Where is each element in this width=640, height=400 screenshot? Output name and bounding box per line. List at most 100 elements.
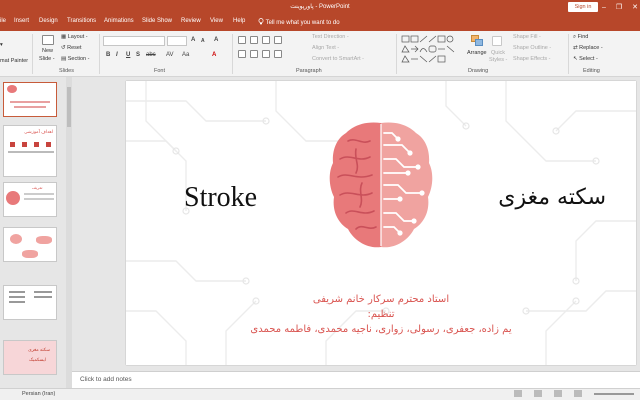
- language-indicator[interactable]: Persian (Iran): [22, 391, 55, 397]
- window-controls: – ❐ ✕: [602, 2, 638, 12]
- title-bar: پاورپوینت - PowerPoint Sign in – ❐ ✕: [0, 0, 640, 15]
- format-painter-button[interactable]: mat Painter: [0, 58, 28, 64]
- slide-canvas[interactable]: Stroke سکته مغزی استاد محترم سرکار خانم …: [126, 81, 636, 365]
- shrink-font-button[interactable]: A: [201, 38, 205, 44]
- normal-view-icon[interactable]: [534, 390, 542, 397]
- italic-button[interactable]: I: [116, 52, 118, 58]
- tab-file[interactable]: ile: [0, 18, 6, 24]
- new-slide-label-2: Slide -: [39, 56, 55, 62]
- align-right-icon: [262, 50, 270, 58]
- scrollbar-thumb[interactable]: [67, 87, 71, 127]
- slide-title-english[interactable]: Stroke: [184, 182, 257, 214]
- tab-help[interactable]: Help: [233, 18, 245, 24]
- thumb-title: سکته مغزی: [28, 347, 50, 352]
- reset-button[interactable]: ↺ Reset: [61, 45, 82, 51]
- tell-me-box[interactable]: Tell me what you want to do: [258, 18, 340, 26]
- font-color-button[interactable]: A: [212, 52, 216, 58]
- convert-smartart-button[interactable]: Convert to SmartArt -: [312, 56, 364, 62]
- decrease-indent-icon: [262, 36, 270, 44]
- notes-pane[interactable]: Click to add notes: [72, 371, 640, 388]
- brain-image[interactable]: [326, 119, 436, 255]
- notes-toggle-icon[interactable]: [514, 390, 522, 397]
- separator: [568, 34, 569, 74]
- select-button[interactable]: ↖ Select -: [573, 56, 598, 62]
- editing-group-label: Editing: [583, 68, 600, 74]
- slide-thumbnails-pane: اهداف آموزشی تعریف سکته مغزی ایسکمیک: [0, 77, 66, 388]
- prepared-by-label[interactable]: تنظیم:: [126, 309, 636, 320]
- slide-editor: Stroke سکته مغزی استاد محترم سرکار خانم …: [72, 77, 640, 371]
- text-direction-button[interactable]: Text Direction -: [312, 34, 349, 40]
- view-controls: [514, 390, 634, 399]
- close-button[interactable]: ✕: [632, 3, 638, 11]
- instructor-text[interactable]: استاد محترم سرکار خانم شریفی: [126, 294, 636, 305]
- status-bar: Persian (Iran): [0, 388, 640, 400]
- zoom-slider[interactable]: [594, 393, 634, 395]
- section-button[interactable]: ▤ Section -: [61, 56, 89, 62]
- quick-styles-label-2: Styles -: [489, 57, 508, 63]
- ribbon-tabs: ile Insert Design Transitions Animations…: [0, 15, 640, 31]
- authors-text[interactable]: یم زاده، جعفری، رسولی، زواری، ناجیه محمد…: [126, 324, 636, 335]
- justify-icon: [274, 50, 282, 58]
- layout-icon: ▦: [61, 34, 68, 40]
- tell-me-label: Tell me what you want to do: [265, 20, 340, 26]
- new-slide-label: New: [42, 48, 54, 54]
- character-spacing-button[interactable]: AV: [166, 52, 174, 58]
- reading-view-icon[interactable]: [574, 390, 582, 397]
- bullets-icon: [238, 36, 246, 44]
- slide-sorter-icon[interactable]: [554, 390, 562, 397]
- font-name-field[interactable]: [103, 36, 165, 46]
- select-label: Select -: [579, 56, 598, 62]
- slide-thumbnail-4[interactable]: [3, 227, 57, 262]
- replace-button[interactable]: ⇄ Replace -: [573, 45, 603, 51]
- slide-thumbnail-6[interactable]: سکته مغزی ایسکمیک: [3, 340, 57, 375]
- find-label: Find: [577, 34, 589, 40]
- slide-thumbnail-5[interactable]: [3, 285, 57, 320]
- lightbulb-icon: [258, 18, 264, 25]
- shape-fill-button[interactable]: Shape Fill -: [513, 34, 541, 40]
- layout-button[interactable]: ▦ Layout -: [61, 34, 88, 40]
- restore-button[interactable]: ❐: [616, 3, 622, 11]
- align-left-icon: [238, 50, 246, 58]
- bold-button[interactable]: B: [106, 52, 110, 58]
- paragraph-group-label: Paragraph: [296, 68, 322, 74]
- tab-view[interactable]: View: [210, 18, 223, 24]
- thumb-title: تعریف: [32, 185, 43, 190]
- window-title: پاورپوینت - PowerPoint: [290, 4, 350, 10]
- tab-animations[interactable]: Animations: [104, 18, 134, 24]
- tab-insert[interactable]: Insert: [14, 18, 29, 24]
- thumb-subtitle: ایسکمیک: [29, 357, 46, 362]
- shadow-button[interactable]: S: [136, 52, 140, 58]
- separator: [99, 34, 100, 74]
- change-case-button[interactable]: Aa: [182, 52, 189, 58]
- tab-transitions[interactable]: Transitions: [67, 18, 96, 24]
- shape-effects-button[interactable]: Shape Effects -: [513, 56, 551, 62]
- tab-design[interactable]: Design: [39, 18, 58, 24]
- ribbon-chevron[interactable]: ▾: [0, 42, 3, 48]
- shapes-gallery[interactable]: [401, 35, 463, 65]
- slide-thumbnail-3[interactable]: تعریف: [3, 182, 57, 217]
- slide-thumbnail-2[interactable]: اهداف آموزشی: [3, 125, 57, 177]
- brain-thumb-icon: [7, 85, 17, 93]
- increase-indent-icon: [274, 36, 282, 44]
- font-size-field[interactable]: [167, 36, 187, 46]
- replace-label: Replace -: [579, 45, 603, 51]
- sign-in-button[interactable]: Sign in: [568, 2, 598, 12]
- grow-font-button[interactable]: A: [191, 37, 195, 43]
- ribbon: ▾ mat Painter New Slide - ▦ Layout - ↺ R…: [0, 31, 640, 77]
- tab-review[interactable]: Review: [181, 18, 201, 24]
- clear-formatting-button[interactable]: A: [214, 37, 218, 43]
- align-text-button[interactable]: Align Text -: [312, 45, 339, 51]
- slide-thumbnail-1[interactable]: [3, 82, 57, 117]
- quick-styles-label: Quick: [491, 50, 506, 56]
- find-button[interactable]: ⌕ Find: [573, 34, 588, 41]
- slide-title-persian[interactable]: سکته مغزی: [498, 185, 606, 210]
- minimize-button[interactable]: –: [602, 4, 606, 11]
- drawing-group-label: Drawing: [468, 68, 489, 74]
- tab-slide-show[interactable]: Slide Show: [142, 18, 172, 24]
- arrange-icon: [471, 35, 483, 46]
- reset-label: Reset: [67, 45, 82, 51]
- strikethrough-button[interactable]: abc: [146, 52, 156, 58]
- thumb-title: اهداف آموزشی: [24, 129, 53, 134]
- underline-button[interactable]: U: [126, 52, 130, 58]
- shape-outline-button[interactable]: Shape Outline -: [513, 45, 551, 51]
